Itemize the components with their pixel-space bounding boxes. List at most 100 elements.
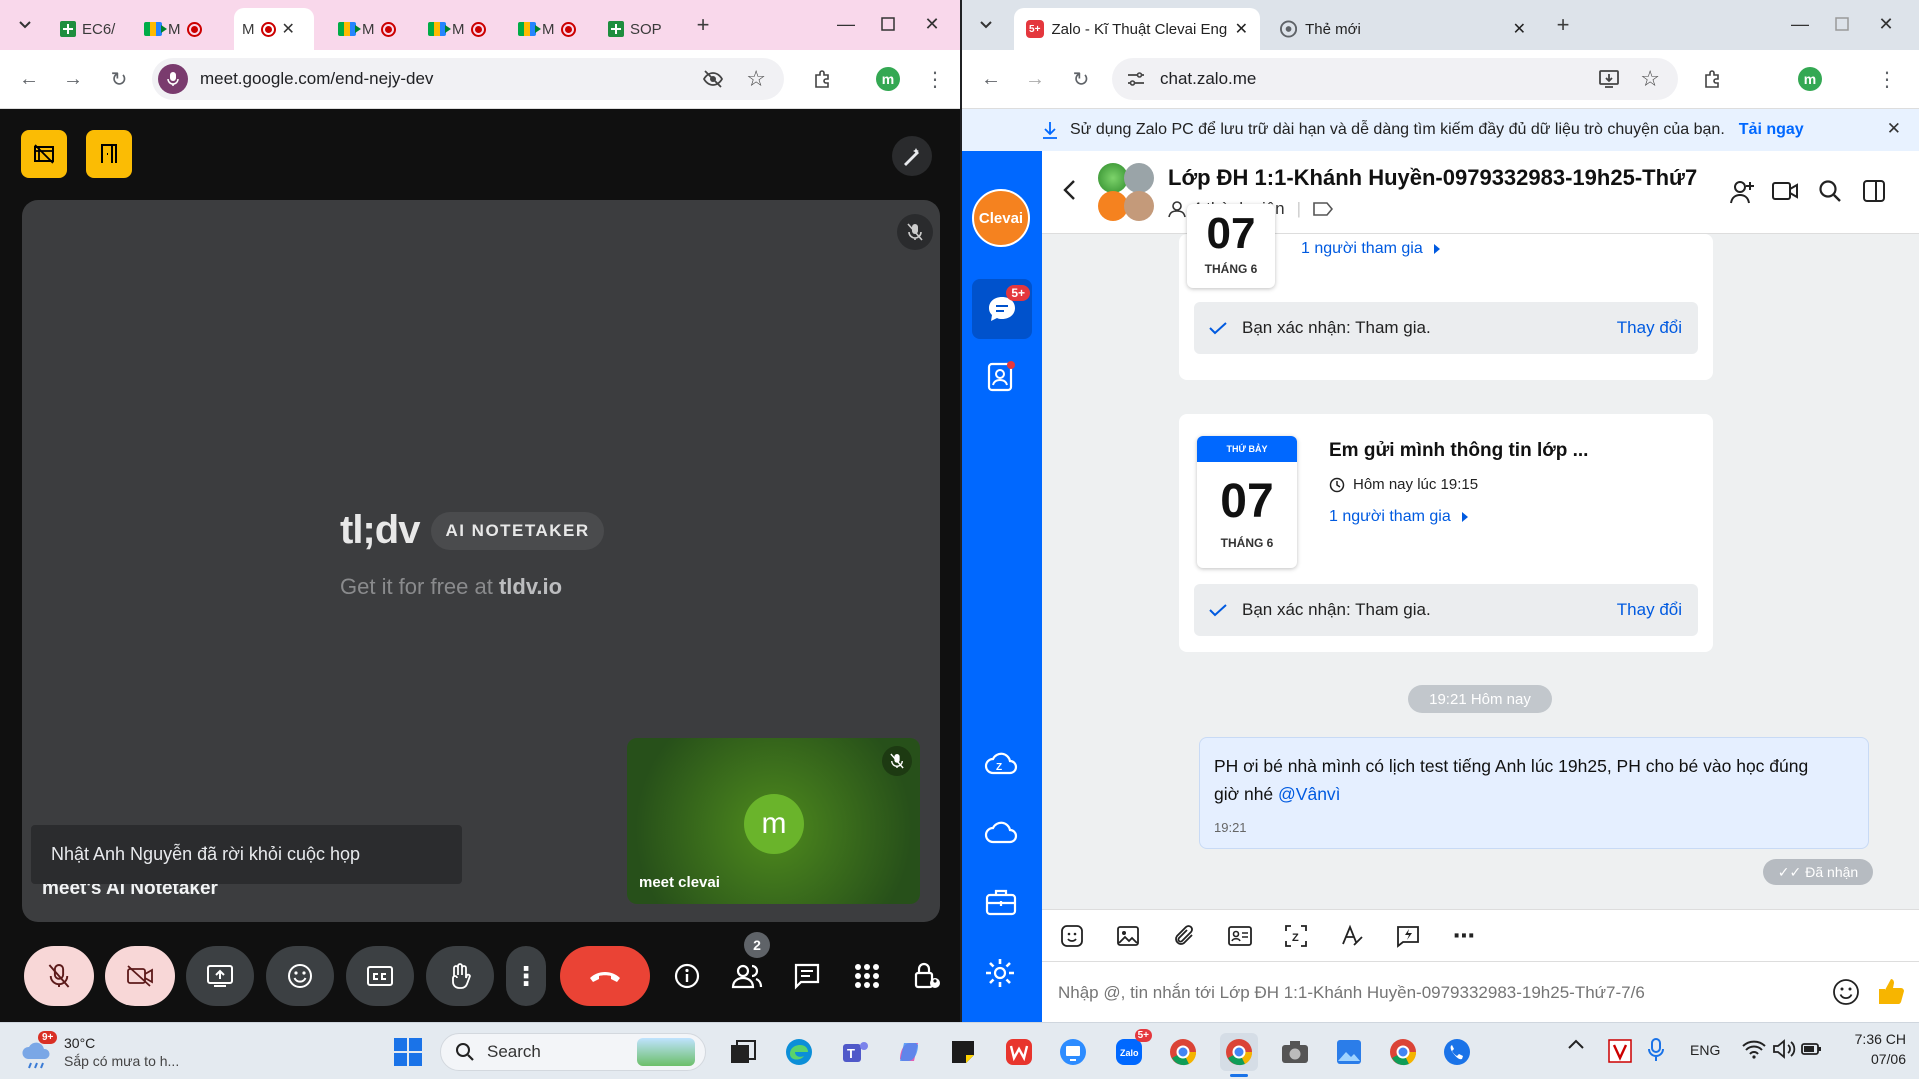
- sidebar-contacts[interactable]: [984, 361, 1016, 393]
- show-hidden-icons-button[interactable]: [1568, 1039, 1584, 1049]
- send-contact-card-button[interactable]: [1226, 922, 1254, 950]
- sticker-button[interactable]: [1058, 922, 1086, 950]
- tab-meet-1[interactable]: M: [136, 8, 212, 50]
- maximize-button[interactable]: [1822, 6, 1862, 42]
- quick-message-button[interactable]: [1394, 922, 1422, 950]
- event-attendees[interactable]: 1 người tham gia: [1301, 240, 1441, 258]
- more-options-button[interactable]: ⋮: [506, 946, 546, 1006]
- new-tab-button[interactable]: +: [1550, 12, 1576, 38]
- chrome-app-2[interactable]: [1220, 1033, 1258, 1077]
- conversation-info-button[interactable]: [1862, 179, 1886, 203]
- site-settings-icon[interactable]: [1126, 70, 1146, 88]
- tab-ec6[interactable]: EC6/: [52, 8, 126, 50]
- chrome-app-1[interactable]: [1164, 1033, 1202, 1071]
- task-view-button[interactable]: [724, 1033, 762, 1071]
- close-icon[interactable]: ✕: [1235, 19, 1248, 39]
- chrome-app-3[interactable]: [1384, 1033, 1422, 1071]
- bookmark-star-icon[interactable]: ☆: [746, 66, 766, 92]
- battery-tray[interactable]: [1800, 1039, 1822, 1059]
- text-format-button[interactable]: [1338, 922, 1366, 950]
- reload-button[interactable]: ↻: [1066, 64, 1096, 94]
- present-screen-button[interactable]: [186, 946, 254, 1006]
- bookmark-star-icon[interactable]: ☆: [1640, 66, 1660, 92]
- wifi-tray[interactable]: [1742, 1039, 1766, 1059]
- back-button[interactable]: ←: [976, 64, 1006, 94]
- edge-app[interactable]: [780, 1033, 818, 1071]
- extensions-button[interactable]: [1698, 64, 1728, 94]
- add-member-button[interactable]: [1730, 179, 1756, 205]
- meeting-details-button[interactable]: [662, 950, 712, 1002]
- install-app-icon[interactable]: [1598, 69, 1620, 89]
- sidebar-zcloud[interactable]: Z: [984, 749, 1018, 777]
- eye-off-icon[interactable]: [702, 68, 724, 90]
- forward-button[interactable]: →: [58, 64, 88, 94]
- tab-search-button[interactable]: [973, 12, 999, 38]
- attach-file-button[interactable]: [1170, 922, 1198, 950]
- browser-menu-button[interactable]: ⋮: [920, 64, 950, 94]
- weather-widget[interactable]: 9+ 30°C Sắp có mưa to h...: [20, 1031, 240, 1073]
- profile-avatar[interactable]: m: [876, 67, 900, 91]
- raise-hand-button[interactable]: [426, 946, 494, 1006]
- remote-desktop-app[interactable]: [1054, 1033, 1092, 1071]
- more-tools-button[interactable]: ⋯: [1450, 922, 1478, 950]
- minimize-button[interactable]: —: [1780, 6, 1820, 42]
- video-call-button[interactable]: [1772, 181, 1798, 201]
- reload-button[interactable]: ↻: [104, 64, 134, 94]
- photos-app[interactable]: [1330, 1033, 1368, 1071]
- quick-like-button[interactable]: [1876, 976, 1906, 1006]
- tab-meet-3[interactable]: M: [330, 8, 406, 50]
- back-button[interactable]: ←: [14, 64, 44, 94]
- change-rsvp-link[interactable]: Thay đổi: [1617, 318, 1682, 338]
- captions-button[interactable]: [346, 946, 414, 1006]
- close-window-button[interactable]: ✕: [912, 6, 952, 42]
- sidebar-tools[interactable]: [984, 887, 1018, 917]
- event-card[interactable]: 07 THÁNG 6 1 người tham gia Bạn xác nhận…: [1179, 204, 1713, 380]
- tab-meet-5[interactable]: M: [510, 8, 586, 50]
- screenshot-button[interactable]: Z: [1282, 922, 1310, 950]
- tag-icon[interactable]: [1313, 202, 1334, 216]
- leave-call-button[interactable]: [560, 946, 650, 1006]
- message-bubble[interactable]: PH ơi bé nhà mình có lịch test tiếng Anh…: [1199, 737, 1869, 849]
- close-window-button[interactable]: ✕: [1866, 6, 1906, 42]
- sidebar-messages[interactable]: 5+: [972, 279, 1032, 339]
- browser-menu-button[interactable]: ⋮: [1872, 64, 1902, 94]
- tab-sop[interactable]: SOP: [600, 8, 670, 50]
- microphone-tray[interactable]: [1648, 1037, 1664, 1063]
- emoji-button[interactable]: [1832, 978, 1860, 1006]
- send-image-button[interactable]: [1114, 922, 1142, 950]
- activities-button[interactable]: [842, 950, 892, 1002]
- close-banner-icon[interactable]: ✕: [1887, 119, 1901, 139]
- microphone-toggle[interactable]: [24, 946, 94, 1006]
- tab-zalo[interactable]: 5+ Zalo - Kĩ Thuật Clevai English ✕: [1014, 8, 1260, 50]
- taskbar-search[interactable]: Search: [440, 1033, 706, 1071]
- copilot-app[interactable]: [890, 1033, 928, 1071]
- close-icon[interactable]: ✕: [282, 19, 295, 39]
- sidebar-cloud[interactable]: [984, 819, 1018, 845]
- minimize-button[interactable]: —: [826, 6, 866, 42]
- tray-app-icon[interactable]: [1608, 1039, 1632, 1063]
- self-video-tile[interactable]: m meet clevai: [627, 738, 920, 904]
- event-attendees[interactable]: 1 người tham gia: [1329, 508, 1469, 526]
- tab-meet-4[interactable]: M: [420, 8, 496, 50]
- back-button[interactable]: [1062, 179, 1076, 201]
- sticky-notes-app[interactable]: [944, 1033, 982, 1071]
- phone-app[interactable]: [1438, 1033, 1476, 1071]
- effects-button[interactable]: [892, 136, 932, 176]
- group-avatar[interactable]: [1096, 163, 1158, 225]
- event-card[interactable]: THỨ BẢY 07 THÁNG 6 Em gửi mình thông tin…: [1179, 414, 1713, 652]
- search-in-chat-button[interactable]: [1818, 179, 1842, 203]
- url-bar[interactable]: meet.google.com/end-nejy-dev ☆: [152, 58, 784, 100]
- microphone-in-use-icon[interactable]: [158, 64, 188, 94]
- change-rsvp-link[interactable]: Thay đổi: [1617, 600, 1682, 620]
- wps-app[interactable]: [1000, 1033, 1038, 1071]
- chat-button[interactable]: [782, 950, 832, 1002]
- new-tab-button[interactable]: +: [690, 12, 716, 38]
- reactions-button[interactable]: [266, 946, 334, 1006]
- tldv-toolbar-button[interactable]: [21, 130, 67, 178]
- close-icon[interactable]: ✕: [1513, 19, 1526, 39]
- url-bar[interactable]: chat.zalo.me ☆: [1112, 58, 1678, 100]
- mention-link[interactable]: @Vânvì: [1278, 784, 1341, 804]
- maximize-button[interactable]: [868, 6, 908, 42]
- message-input[interactable]: [1058, 976, 1818, 1010]
- people-button[interactable]: 2: [722, 932, 772, 1002]
